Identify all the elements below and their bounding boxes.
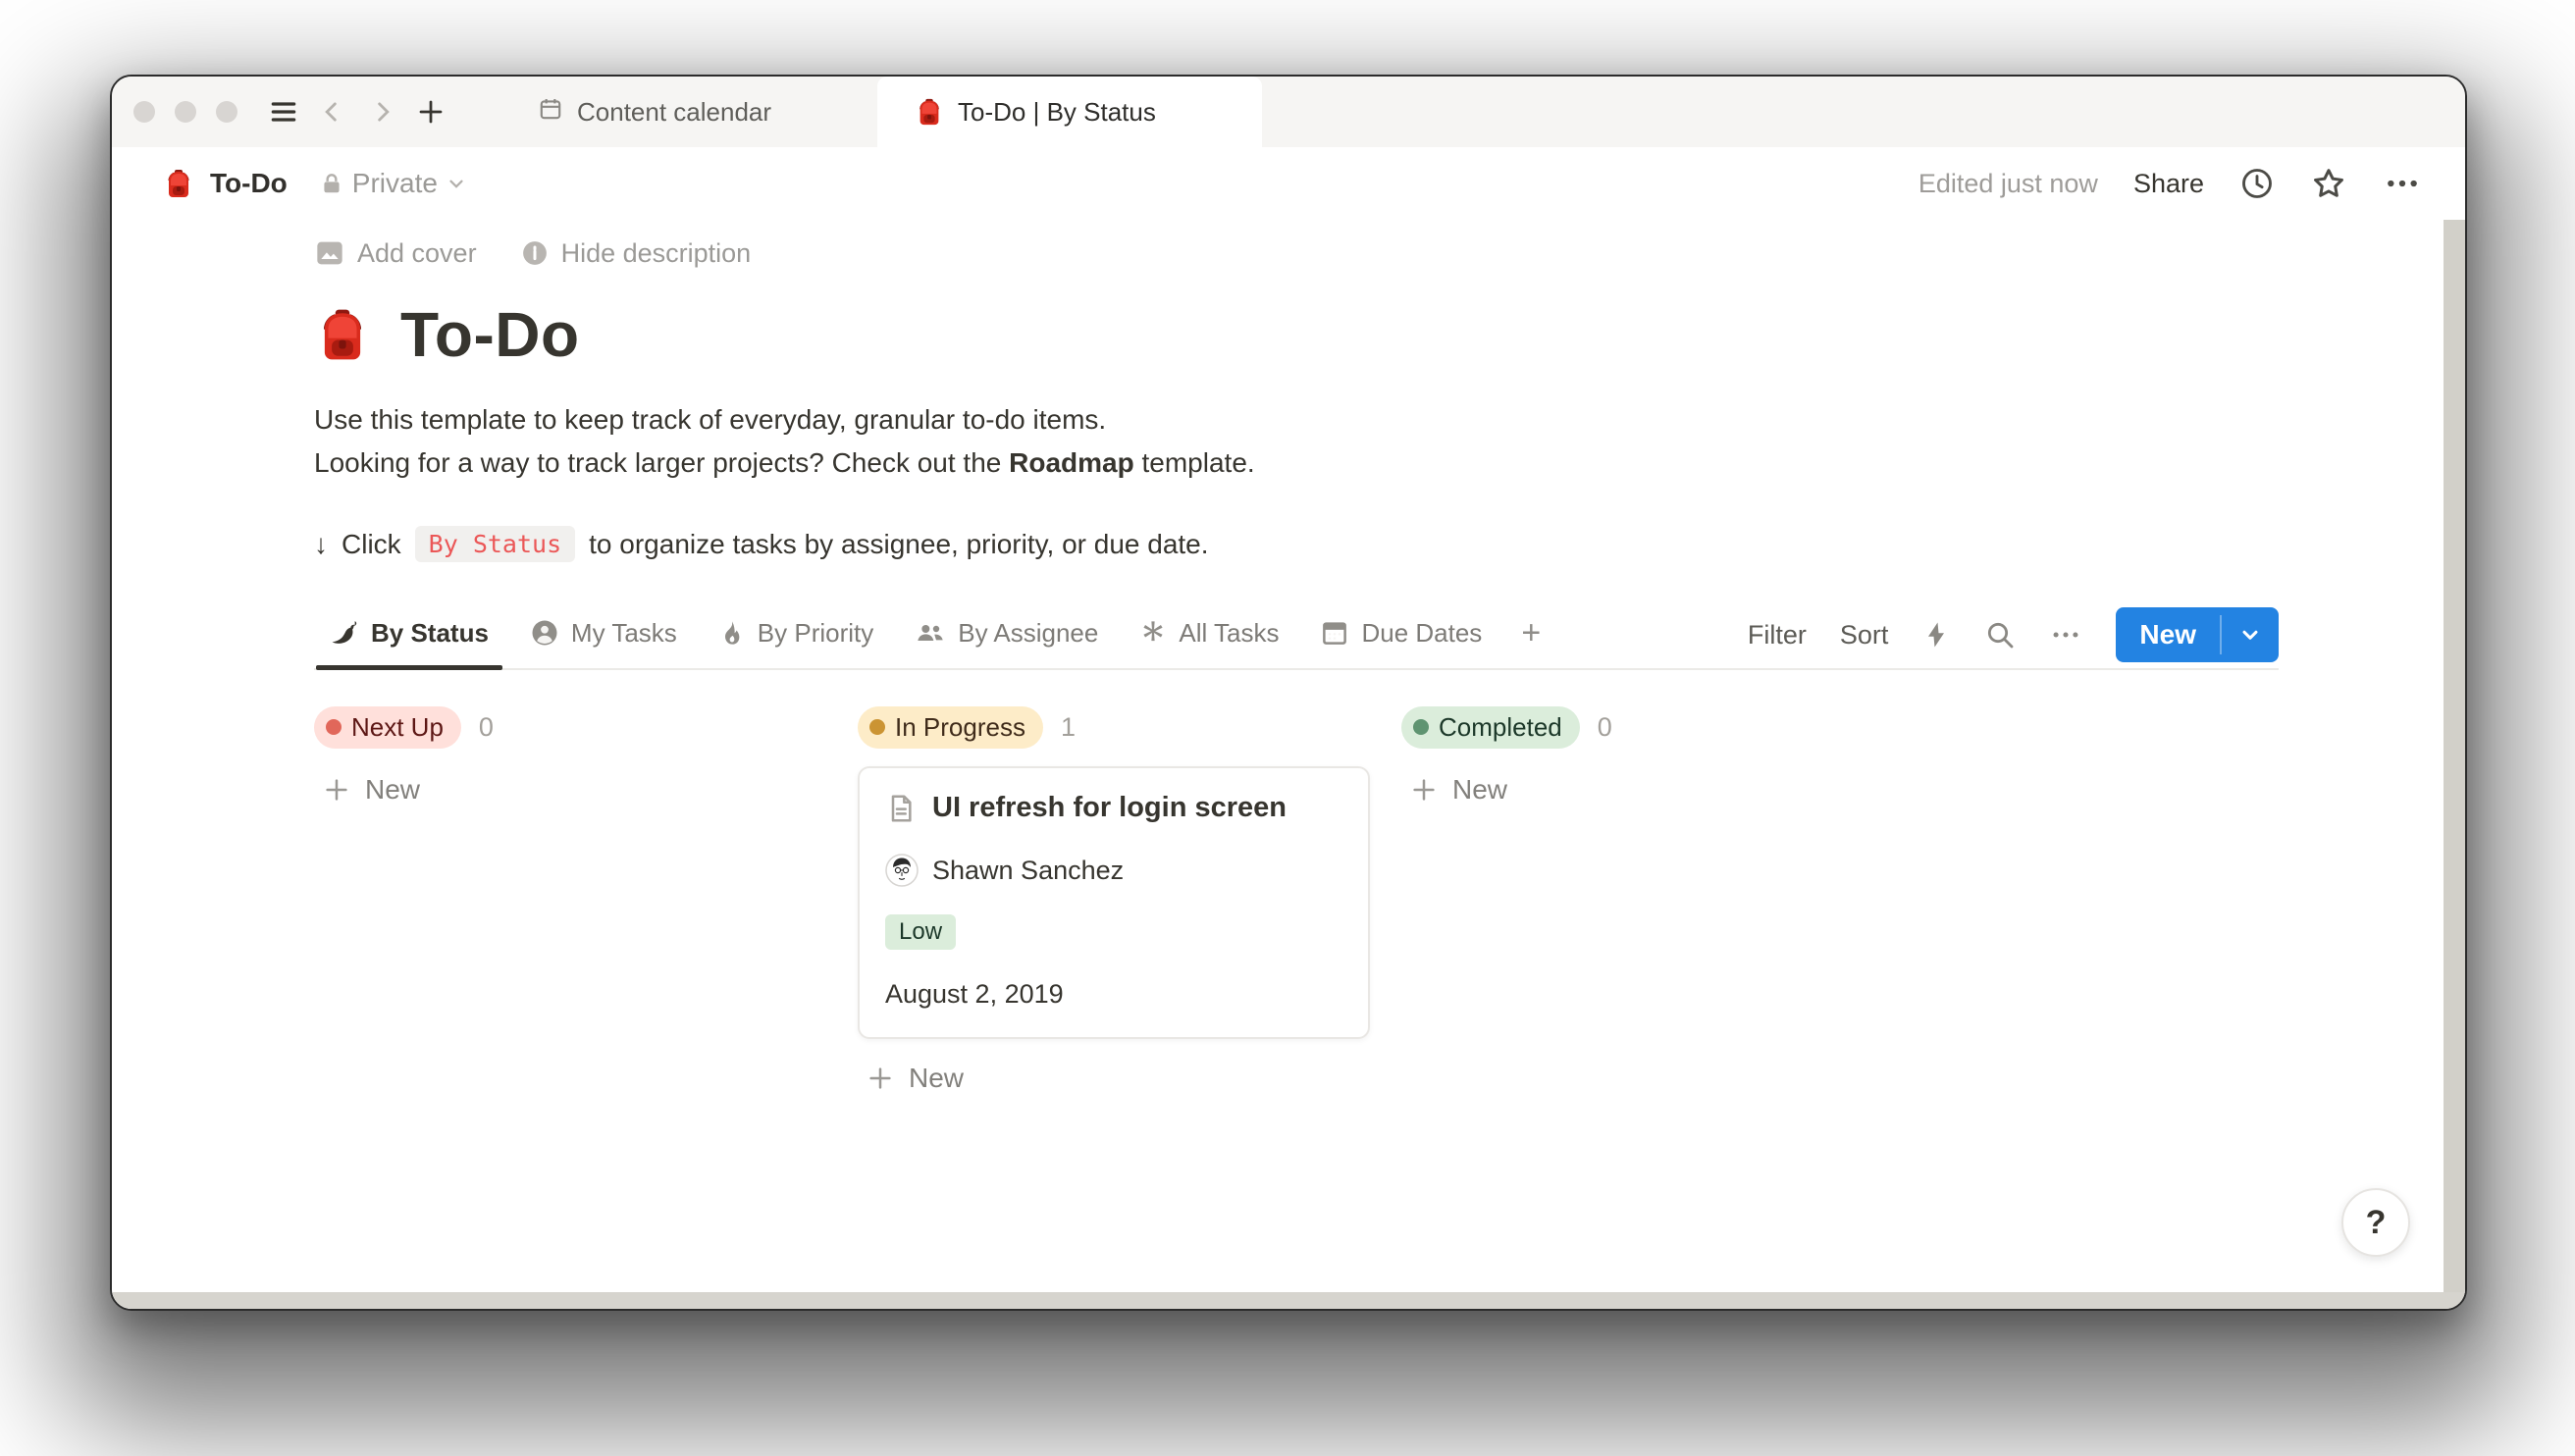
callout-line: ↓ Click By Status to organize tasks by a… xyxy=(314,526,2279,562)
column-count: 1 xyxy=(1061,712,1076,743)
chevron-down-icon xyxy=(446,173,467,194)
column-count: 0 xyxy=(479,712,494,743)
kanban-board: Next Up 0 New In xyxy=(314,703,2279,1094)
new-card-button[interactable]: New xyxy=(314,774,826,806)
avatar xyxy=(885,854,919,887)
plus-icon xyxy=(1409,775,1439,805)
new-card-button[interactable]: New xyxy=(1401,774,1914,806)
backpack-emoji xyxy=(163,168,194,199)
add-view-button[interactable]: + xyxy=(1507,614,1554,660)
card-due-date: August 2, 2019 xyxy=(885,979,1342,1010)
asterisk-icon xyxy=(1139,619,1167,647)
page-content: Add cover Hide description To-Do Use thi… xyxy=(112,220,2465,1309)
card-title: UI refresh for login screen xyxy=(932,792,1287,824)
add-cover-button[interactable]: Add cover xyxy=(314,237,477,269)
flame-icon xyxy=(718,619,746,647)
edited-status: Edited just now xyxy=(1918,169,2098,199)
view-tab-by-priority[interactable]: By Priority xyxy=(703,606,889,668)
status-badge-completed[interactable]: Completed xyxy=(1401,706,1580,749)
new-entry-button[interactable]: New xyxy=(2116,607,2220,662)
priority-badge: Low xyxy=(885,914,956,950)
page-description: Use this template to keep track of every… xyxy=(314,398,2279,485)
status-dot xyxy=(869,719,885,735)
task-card[interactable]: UI refresh for login screen Shawn San xyxy=(858,766,1370,1039)
new-entry-split-button: New xyxy=(2116,607,2279,662)
status-badge-in-progress[interactable]: In Progress xyxy=(858,706,1043,749)
tab-todo-by-status[interactable]: To-Do | By Status xyxy=(877,77,1262,147)
view-tab-my-tasks[interactable]: My Tasks xyxy=(514,606,693,668)
view-tab-due-dates[interactable]: Due Dates xyxy=(1304,606,1498,668)
image-icon xyxy=(314,237,345,269)
page-emoji backpack-emoji[interactable] xyxy=(314,306,371,363)
status-dot xyxy=(326,719,342,735)
view-toolbar: Filter Sort New xyxy=(1748,607,2279,662)
lock-icon xyxy=(319,171,344,196)
vertical-scrollbar[interactable] xyxy=(2444,220,2465,1309)
help-button[interactable]: ? xyxy=(2341,1188,2410,1257)
tab-label: To-Do | By Status xyxy=(958,97,1156,128)
new-card-button[interactable]: New xyxy=(858,1063,1370,1094)
history-clock-icon[interactable] xyxy=(2239,166,2275,201)
column-count: 0 xyxy=(1598,712,1612,743)
traffic-light-zoom[interactable] xyxy=(216,101,237,123)
view-options-icon[interactable] xyxy=(2049,618,2082,651)
down-arrow-icon: ↓ xyxy=(314,529,328,560)
share-button[interactable]: Share xyxy=(2133,169,2204,199)
view-tab-all-tasks[interactable]: All Tasks xyxy=(1124,606,1294,668)
plus-icon xyxy=(322,775,351,805)
nav-forward-icon[interactable] xyxy=(359,89,404,134)
horizontal-scrollbar[interactable] xyxy=(112,1292,2465,1309)
calendar-grid-icon xyxy=(1320,618,1349,648)
page-doc-icon xyxy=(885,793,917,824)
page-title: To-Do xyxy=(400,298,580,371)
window-tabstrip: Content calendar To-Do | By Status xyxy=(112,77,2465,147)
column-completed: Completed 0 New xyxy=(1401,703,1914,1094)
sort-button[interactable]: Sort xyxy=(1840,620,1889,650)
privacy-dropdown[interactable]: Private xyxy=(319,168,467,199)
pepper-icon xyxy=(330,618,359,648)
more-options-icon[interactable] xyxy=(2383,164,2422,203)
view-tab-by-status[interactable]: By Status xyxy=(314,606,504,668)
filter-button[interactable]: Filter xyxy=(1748,620,1807,650)
page-header: To-Do Private Edited just now Share xyxy=(112,147,2465,220)
tab-label: Content calendar xyxy=(577,97,771,128)
search-icon[interactable] xyxy=(1984,619,2016,650)
info-icon xyxy=(520,238,550,268)
breadcrumb[interactable]: To-Do xyxy=(210,168,288,199)
app-window: Content calendar To-Do | By Status To-Do… xyxy=(110,75,2467,1311)
new-tab-icon[interactable] xyxy=(408,89,453,134)
lightning-icon[interactable] xyxy=(1921,620,1951,650)
view-tab-by-assignee[interactable]: By Assignee xyxy=(899,605,1114,668)
hide-description-button[interactable]: Hide description xyxy=(520,238,752,269)
status-dot xyxy=(1413,719,1429,735)
favorite-star-icon[interactable] xyxy=(2310,165,2347,202)
person-icon xyxy=(530,618,559,648)
traffic-light-close[interactable] xyxy=(133,101,155,123)
sidebar-menu-icon[interactable] xyxy=(261,89,306,134)
people-icon xyxy=(915,617,946,649)
by-status-code-chip: By Status xyxy=(415,526,575,562)
backpack-emoji xyxy=(915,97,944,127)
roadmap-link: Roadmap xyxy=(1009,447,1134,478)
plus-icon xyxy=(866,1064,895,1093)
status-badge-next-up[interactable]: Next Up xyxy=(314,706,461,749)
calendar-icon xyxy=(538,96,563,129)
tab-content-calendar[interactable]: Content calendar xyxy=(500,77,809,147)
traffic-light-minimize[interactable] xyxy=(175,101,196,123)
column-next-up: Next Up 0 New xyxy=(314,703,826,1094)
nav-back-icon[interactable] xyxy=(310,89,355,134)
new-entry-caret-icon[interactable] xyxy=(2222,607,2279,662)
column-in-progress: In Progress 1 UI refresh for login scree xyxy=(858,703,1370,1094)
card-assignee: Shawn Sanchez xyxy=(885,854,1342,887)
